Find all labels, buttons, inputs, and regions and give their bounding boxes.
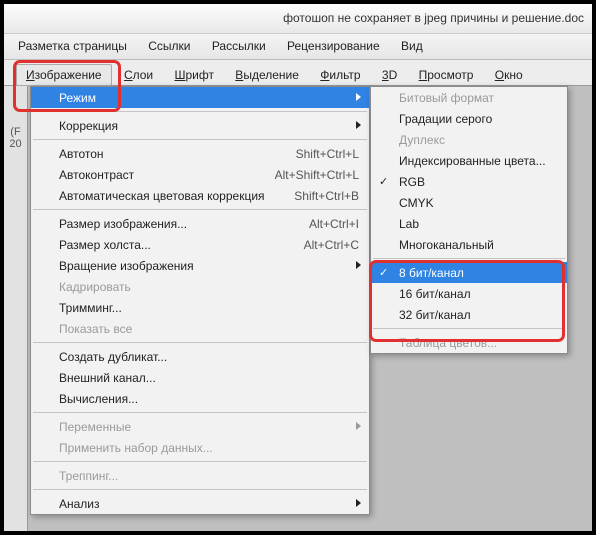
ribbon-tab[interactable]: Рассылки [212, 39, 266, 53]
menu-item-duplicate[interactable]: Создать дубликат... [31, 346, 369, 367]
menu-item-mode[interactable]: Режим [31, 87, 369, 108]
mode-submenu: Битовый формат Градации серого Дуплекс И… [370, 86, 568, 354]
menu-item-adjustments[interactable]: Коррекция [31, 115, 369, 136]
menu-window[interactable]: Окно [486, 65, 532, 85]
checkmark-icon: ✓ [379, 266, 388, 279]
menu-item-apply-dataset: Применить набор данных... [31, 437, 369, 458]
ribbon-tab[interactable]: Ссылки [148, 39, 190, 53]
checkmark-icon: ✓ [379, 175, 388, 188]
submenu-item-colortable: Таблица цветов... [371, 332, 567, 353]
menu-separator [33, 412, 367, 413]
ribbon-tab[interactable]: Рецензирование [287, 39, 380, 53]
menu-view[interactable]: Просмотр [410, 65, 483, 85]
submenu-item-grayscale[interactable]: Градации серого [371, 108, 567, 129]
submenu-arrow-icon [356, 121, 361, 129]
menu-item-trim[interactable]: Тримминг... [31, 297, 369, 318]
submenu-arrow-icon [356, 261, 361, 269]
menu-item-canvas-size[interactable]: Размер холста...Alt+Ctrl+C [31, 234, 369, 255]
submenu-item-bitmap: Битовый формат [371, 87, 567, 108]
ribbon-tab[interactable]: Вид [401, 39, 423, 53]
submenu-item-cmyk[interactable]: CMYK [371, 192, 567, 213]
menu-3d[interactable]: 3D [373, 65, 406, 85]
photoshop-menubar: Изображение Слои Шрифт Выделение Фильтр … [4, 60, 592, 86]
menu-filter[interactable]: Фильтр [311, 65, 369, 85]
ribbon-tabs: Разметка страницы Ссылки Рассылки Реценз… [4, 34, 592, 60]
ribbon-tab[interactable]: Разметка страницы [18, 39, 127, 53]
menu-item-variables: Переменные [31, 416, 369, 437]
window-titlebar: фотошоп не сохраняет в jpeg причины и ре… [4, 4, 592, 34]
submenu-item-multichannel[interactable]: Многоканальный [371, 234, 567, 255]
menu-separator [33, 461, 367, 462]
menu-separator [373, 328, 565, 329]
menu-separator [33, 139, 367, 140]
side-ruler: (F 20 [4, 86, 28, 531]
menu-separator [33, 209, 367, 210]
menu-separator [33, 489, 367, 490]
menu-item-autocolor[interactable]: Автоматическая цветовая коррекцияShift+C… [31, 185, 369, 206]
submenu-item-duotone: Дуплекс [371, 129, 567, 150]
submenu-item-indexed[interactable]: Индексированные цвета... [371, 150, 567, 171]
menu-separator [373, 258, 565, 259]
menu-item-apply-image[interactable]: Внешний канал... [31, 367, 369, 388]
submenu-item-32bit[interactable]: 32 бит/канал [371, 304, 567, 325]
submenu-item-lab[interactable]: Lab [371, 213, 567, 234]
submenu-arrow-icon [356, 422, 361, 430]
menu-image[interactable]: Изображение [16, 64, 112, 86]
menu-layers[interactable]: Слои [115, 65, 162, 85]
menu-item-image-size[interactable]: Размер изображения...Alt+Ctrl+I [31, 213, 369, 234]
menu-item-autotone[interactable]: АвтотонShift+Ctrl+L [31, 143, 369, 164]
menu-item-crop: Кадрировать [31, 276, 369, 297]
menu-item-rotate[interactable]: Вращение изображения [31, 255, 369, 276]
menu-item-analysis[interactable]: Анализ [31, 493, 369, 514]
menu-item-trap: Треппинг... [31, 465, 369, 486]
submenu-arrow-icon [356, 499, 361, 507]
submenu-item-16bit[interactable]: 16 бит/канал [371, 283, 567, 304]
image-dropdown: Режим Коррекция АвтотонShift+Ctrl+L Авто… [30, 86, 370, 515]
submenu-item-rgb[interactable]: ✓RGB [371, 171, 567, 192]
document-title: фотошоп не сохраняет в jpeg причины и ре… [283, 11, 584, 25]
menu-font[interactable]: Шрифт [165, 65, 222, 85]
menu-select[interactable]: Выделение [226, 65, 308, 85]
menu-separator [33, 111, 367, 112]
menu-item-autocontrast[interactable]: АвтоконтрастAlt+Shift+Ctrl+L [31, 164, 369, 185]
submenu-item-8bit[interactable]: ✓8 бит/канал [371, 262, 567, 283]
menu-separator [33, 342, 367, 343]
menu-item-calculations[interactable]: Вычисления... [31, 388, 369, 409]
menu-item-reveal-all: Показать все [31, 318, 369, 339]
submenu-arrow-icon [356, 93, 361, 101]
